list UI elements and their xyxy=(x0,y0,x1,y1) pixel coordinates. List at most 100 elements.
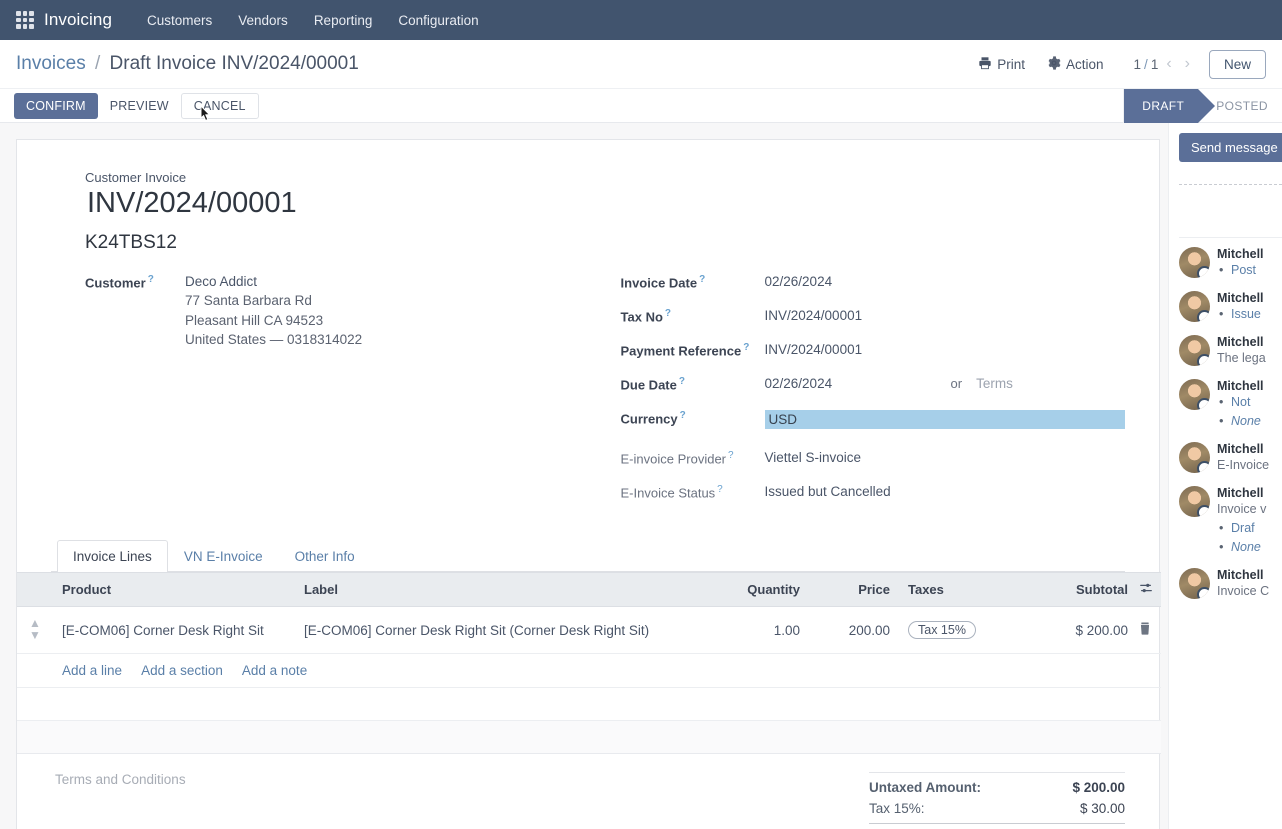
print-button[interactable]: Print xyxy=(970,52,1033,77)
customer-name[interactable]: Deco Addict xyxy=(185,274,362,289)
nav-item-customers[interactable]: Customers xyxy=(134,7,225,34)
control-panel-bottom: CONFIRM PREVIEW CANCEL DRAFT POSTED xyxy=(0,88,1282,122)
add-a-line-button[interactable]: Add a line xyxy=(62,663,122,678)
printer-icon xyxy=(978,56,992,73)
col-price[interactable]: Price xyxy=(809,573,899,607)
list-item[interactable]: Mitchell Post xyxy=(1179,238,1282,282)
message-line: Issue xyxy=(1217,305,1282,324)
help-icon[interactable]: ? xyxy=(680,410,686,421)
help-icon[interactable]: ? xyxy=(148,274,154,285)
message-author[interactable]: Mitchell xyxy=(1217,486,1282,500)
col-taxes[interactable]: Taxes xyxy=(899,573,1009,607)
payment-reference-label: Payment Reference? xyxy=(621,342,765,358)
list-item[interactable]: Mitchell Issue xyxy=(1179,282,1282,326)
message-author[interactable]: Mitchell xyxy=(1217,291,1282,305)
chevron-right-icon[interactable]: › xyxy=(1180,56,1195,72)
due-date-value[interactable]: 02/26/2024 xyxy=(765,376,951,391)
row-taxes: Tax 15% xyxy=(899,607,1009,654)
add-row-spacer xyxy=(17,654,53,688)
message-line: Invoice C xyxy=(1217,582,1282,601)
row-product[interactable]: [E-COM06] Corner Desk Right Sit xyxy=(53,607,295,654)
customer-label: Customer? xyxy=(85,274,167,290)
app-brand-invoicing[interactable]: Invoicing xyxy=(44,10,112,30)
list-item[interactable]: Mitchell The lega xyxy=(1179,326,1282,370)
add-row-links: Add a line Add a section Add a note xyxy=(53,654,1161,688)
pager-current[interactable]: 1 xyxy=(1134,57,1142,72)
help-icon[interactable]: ? xyxy=(717,484,723,495)
avatar xyxy=(1179,442,1210,473)
col-label[interactable]: Label xyxy=(295,573,699,607)
breadcrumb-invoices[interactable]: Invoices xyxy=(16,53,86,74)
message-line: Post xyxy=(1217,261,1282,280)
col-quantity[interactable]: Quantity xyxy=(699,573,809,607)
einvoice-provider-label: E-invoice Provider? xyxy=(621,450,765,466)
invoice-date-value[interactable]: 02/26/2024 xyxy=(765,274,1125,289)
row-price[interactable]: 200.00 xyxy=(809,607,899,654)
apps-grid-icon[interactable] xyxy=(16,11,34,29)
confirm-button[interactable]: CONFIRM xyxy=(14,93,98,119)
cancel-button[interactable]: CANCEL xyxy=(181,93,259,119)
list-item[interactable]: Mitchell E-Invoice xyxy=(1179,433,1282,477)
message-author[interactable]: Mitchell xyxy=(1217,442,1282,456)
drag-handle-icon[interactable]: ▲▼ xyxy=(29,616,41,642)
sheet-area: Customer Invoice INV/2024/00001 K24TBS12… xyxy=(0,123,1168,829)
add-a-section-button[interactable]: Add a section xyxy=(141,663,223,678)
row-subtotal: $ 200.00 xyxy=(1009,607,1137,654)
tax-no-value[interactable]: INV/2024/00001 xyxy=(765,308,1125,323)
row-label[interactable]: [E-COM06] Corner Desk Right Sit (Corner … xyxy=(295,607,699,654)
invoice-date-label-text: Invoice Date xyxy=(621,275,698,290)
trash-icon[interactable] xyxy=(1139,623,1151,638)
tax-label[interactable]: Tax 15%: xyxy=(869,801,925,816)
field-currency: Currency? USD xyxy=(621,410,1125,432)
invoice-reference[interactable]: K24TBS12 xyxy=(85,232,1125,254)
message-author[interactable]: Mitchell xyxy=(1217,379,1282,393)
table-row[interactable]: ▲▼ [E-COM06] Corner Desk Right Sit [E-CO… xyxy=(17,607,1161,654)
message-body: Mitchell The lega xyxy=(1217,335,1282,368)
tab-invoice-lines[interactable]: Invoice Lines xyxy=(57,540,168,572)
tab-other-info[interactable]: Other Info xyxy=(279,540,371,572)
list-item[interactable]: Mitchell Invoice C xyxy=(1179,559,1282,603)
currency-input[interactable]: USD xyxy=(765,410,1125,429)
col-product[interactable]: Product xyxy=(53,573,295,607)
invoice-number[interactable]: INV/2024/00001 xyxy=(87,187,1125,220)
message-author[interactable]: Mitchell xyxy=(1217,335,1282,349)
message-line: None xyxy=(1217,538,1282,557)
help-icon[interactable]: ? xyxy=(679,376,685,387)
form-columns: Customer? Deco Addict 77 Santa Barbara R… xyxy=(85,270,1125,518)
payment-reference-value[interactable]: INV/2024/00001 xyxy=(765,342,1125,357)
help-icon[interactable]: ? xyxy=(728,450,734,461)
nav-item-configuration[interactable]: Configuration xyxy=(385,7,491,34)
chevron-left-icon[interactable]: ‹ xyxy=(1161,56,1176,72)
nav-item-reporting[interactable]: Reporting xyxy=(301,7,386,34)
status-badge-draft[interactable]: DRAFT xyxy=(1124,89,1198,123)
action-button[interactable]: Action xyxy=(1039,52,1112,77)
tab-vn-einvoice[interactable]: VN E-Invoice xyxy=(168,540,279,572)
sliders-icon[interactable] xyxy=(1139,581,1153,595)
add-a-note-button[interactable]: Add a note xyxy=(242,663,307,678)
list-item[interactable]: Mitchell Not None xyxy=(1179,370,1282,433)
total-tax: Tax 15%: $ 30.00 xyxy=(869,798,1125,819)
message-line: None xyxy=(1217,412,1282,431)
preview-button[interactable]: PREVIEW xyxy=(98,93,181,119)
tax-chip[interactable]: Tax 15% xyxy=(908,621,976,639)
new-button[interactable]: New xyxy=(1209,50,1266,79)
help-icon[interactable]: ? xyxy=(665,308,671,319)
row-quantity[interactable]: 1.00 xyxy=(699,607,809,654)
customer-address-line1: 77 Santa Barbara Rd xyxy=(185,291,362,311)
col-subtotal[interactable]: Subtotal xyxy=(1009,573,1137,607)
help-icon[interactable]: ? xyxy=(699,274,705,285)
customer-value-group: Deco Addict 77 Santa Barbara Rd Pleasant… xyxy=(185,274,362,350)
payment-terms-input[interactable]: Terms xyxy=(976,376,1013,391)
help-icon[interactable]: ? xyxy=(743,342,749,353)
page-body: Customer Invoice INV/2024/00001 K24TBS12… xyxy=(0,123,1282,829)
message-author[interactable]: Mitchell xyxy=(1217,568,1282,582)
message-author[interactable]: Mitchell xyxy=(1217,247,1282,261)
message-line: E-Invoice xyxy=(1217,456,1282,475)
nav-item-vendors[interactable]: Vendors xyxy=(225,7,301,34)
list-item[interactable]: Mitchell Invoice v Draf None xyxy=(1179,477,1282,559)
breadcrumb-separator: / xyxy=(95,53,100,74)
send-message-button[interactable]: Send message xyxy=(1179,133,1282,162)
terms-and-conditions-input[interactable]: Terms and Conditions xyxy=(55,772,186,787)
add-row: Add a line Add a section Add a note xyxy=(17,654,1161,688)
terms-zone: Terms and Conditions xyxy=(51,772,869,829)
